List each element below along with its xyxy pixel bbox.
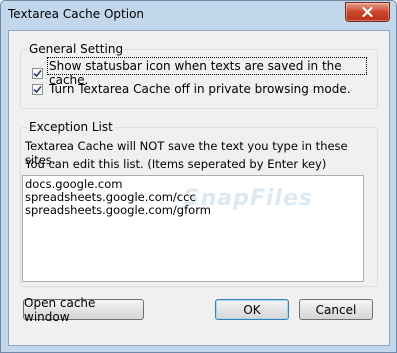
private-browsing-label: Turn Textarea Cache off in private brows…	[49, 82, 351, 96]
private-browsing-option[interactable]: Turn Textarea Cache off in private brows…	[32, 82, 351, 96]
ok-button[interactable]: OK	[215, 299, 289, 320]
check-icon	[33, 69, 42, 77]
exception-sites-textarea[interactable]: SnapFiles docs.google.com spreadsheets.g…	[22, 175, 364, 282]
exception-list-group: Exception List Textarea Cache will NOT s…	[20, 120, 378, 287]
dialog-window: Textarea Cache Option General Setting Sh…	[0, 0, 397, 353]
close-button[interactable]	[345, 2, 390, 22]
close-icon	[362, 7, 373, 17]
dialog-client-area: General Setting Show statusbar icon when…	[8, 30, 390, 346]
title-bar[interactable]: Textarea Cache Option	[1, 1, 396, 31]
cancel-button[interactable]: Cancel	[299, 299, 373, 320]
focus-rectangle	[47, 57, 367, 75]
exception-description-2: You can edit this list. (Items seperated…	[25, 157, 327, 171]
general-setting-label: General Setting	[27, 42, 126, 56]
window-title: Textarea Cache Option	[8, 7, 145, 21]
open-cache-window-button[interactable]: Open cache window	[23, 296, 144, 324]
statusbar-icon-checkbox[interactable]	[32, 67, 43, 79]
private-browsing-checkbox[interactable]	[32, 83, 43, 95]
check-icon	[33, 85, 42, 93]
list-item: spreadsheets.google.com/gform	[25, 203, 211, 217]
general-setting-group: General Setting Show statusbar icon when…	[20, 42, 378, 109]
exception-list-label: Exception List	[27, 120, 115, 134]
